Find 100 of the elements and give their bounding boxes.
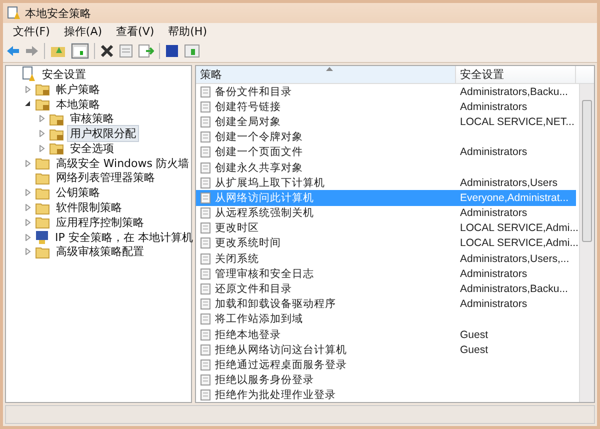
action-pane-icon[interactable] — [184, 44, 200, 58]
tree-item[interactable]: 安全设置 — [40, 66, 88, 82]
expand-arrow-icon[interactable] — [24, 160, 32, 167]
table-row[interactable]: 拒绝作为批处理作业登录 — [196, 388, 576, 402]
tree-item[interactable]: IP 安全策略，在 本地计算机 — [53, 230, 195, 245]
security-setting: LOCAL SERVICE,Admi... — [460, 237, 578, 250]
security-setting: Administrators — [460, 146, 528, 158]
table-row[interactable]: 拒绝本地登录 Guest — [196, 327, 576, 342]
collapse-arrow-icon[interactable] — [24, 100, 32, 108]
tree-item[interactable]: 软件限制策略 — [54, 200, 124, 216]
table-row[interactable]: 备份文件和目录 Administrators,Backu... — [196, 84, 576, 100]
security-setting: Administrators,Backu... — [460, 283, 568, 296]
menu-item[interactable]: 查看(V) — [116, 24, 154, 39]
policy-icon — [200, 328, 212, 341]
table-row[interactable]: 创建一个令牌对象 — [196, 130, 576, 145]
policy-name: 更改系统时间 — [215, 236, 281, 250]
policy-name: 将工作站添加到域 — [215, 312, 303, 326]
tree-item[interactable]: 用户权限分配 — [68, 126, 138, 142]
table-row[interactable]: 还原文件和目录 Administrators,Backu... — [196, 281, 576, 297]
table-row[interactable]: 将工作站添加到域 — [196, 312, 576, 327]
table-row[interactable]: 关闭系统 Administrators,Users,... — [196, 251, 576, 266]
expand-arrow-icon[interactable] — [38, 130, 46, 138]
table-row[interactable]: 从远程系统强制关机 Administrators — [196, 206, 576, 221]
properties-icon[interactable] — [119, 44, 133, 58]
folder-up-icon[interactable] — [50, 44, 66, 58]
expand-arrow-icon[interactable] — [24, 218, 32, 226]
policy-name: 创建符号链接 — [215, 100, 281, 114]
tree-item[interactable]: 应用程序控制策略 — [54, 214, 146, 230]
policy-icon — [200, 176, 212, 189]
vertical-scrollbar[interactable] — [579, 84, 594, 402]
menu-item[interactable]: 文件(F) — [13, 24, 50, 39]
tree-item[interactable]: 帐户策略 — [54, 82, 102, 97]
security-setting: Administrators — [460, 207, 528, 220]
scrollbar-thumb[interactable] — [582, 100, 592, 242]
tree-item[interactable]: 网络列表管理器策略 — [54, 170, 157, 186]
table-row[interactable]: 管理审核和安全日志 Administrators — [196, 266, 576, 282]
menu-item[interactable]: 操作(A) — [64, 24, 102, 39]
policy-name: 创建永久共享对象 — [215, 160, 303, 175]
tree-item[interactable]: 安全选项 — [68, 140, 116, 156]
security-setting: Administrators,Backu... — [460, 86, 568, 98]
tree-item[interactable]: 本地策略 — [54, 96, 102, 112]
sort-arrow-icon — [326, 67, 333, 71]
export-icon[interactable] — [138, 44, 154, 58]
column-header[interactable]: 策略 — [196, 66, 456, 83]
policy-icon — [200, 116, 212, 128]
policy-icon — [200, 298, 212, 310]
policy-name: 从网络访问此计算机 — [215, 190, 314, 205]
policy-icon — [200, 252, 212, 265]
policy-icon — [200, 146, 212, 158]
tree-item[interactable]: 公钥策略 — [54, 185, 102, 200]
policy-name: 关闭系统 — [215, 252, 259, 266]
back-icon[interactable] — [6, 45, 20, 57]
expand-arrow-icon[interactable] — [24, 204, 32, 212]
policy-name: 备份文件和目录 — [215, 84, 292, 99]
security-setting: LOCAL SERVICE,Admi... — [460, 222, 578, 234]
security-setting: Administrators — [460, 298, 528, 310]
table-row[interactable]: 更改系统时间 LOCAL SERVICE,Admi... — [196, 236, 576, 252]
policy-icon — [200, 283, 212, 296]
table-row[interactable]: 创建符号链接 Administrators — [196, 99, 576, 114]
tree-item[interactable]: 审核策略 — [68, 111, 116, 126]
forward-icon[interactable] — [25, 45, 39, 57]
column-header[interactable]: 安全设置 — [456, 66, 576, 83]
app-icon — [7, 6, 21, 20]
expand-arrow-icon[interactable] — [24, 86, 32, 93]
policy-icon — [200, 222, 212, 234]
table-row[interactable]: 加载和卸载设备驱动程序 Administrators — [196, 296, 576, 312]
table-row[interactable]: 更改时区 LOCAL SERVICE,Admi... — [196, 220, 576, 236]
table-row[interactable]: 拒绝以服务身份登录 — [196, 372, 576, 388]
delete-icon[interactable] — [100, 44, 114, 58]
policy-icon — [200, 86, 212, 98]
table-row[interactable]: 拒绝通过远程桌面服务登录 — [196, 357, 576, 373]
security-setting: Administrators — [460, 100, 528, 113]
policy-icon — [200, 192, 212, 204]
policy-icon — [200, 100, 212, 113]
tree-item[interactable]: 高级审核策略配置 — [54, 244, 146, 260]
expand-arrow-icon[interactable] — [38, 115, 46, 122]
table-row[interactable]: 拒绝从网络访问这台计算机 Guest — [196, 342, 576, 358]
policy-name: 创建一个令牌对象 — [215, 130, 303, 144]
policy-name: 从扩展坞上取下计算机 — [215, 176, 325, 190]
tree-item[interactable]: 高级安全 Windows 防火墙 — [54, 156, 191, 171]
menu-item[interactable]: 帮助(H) — [168, 24, 207, 39]
table-row[interactable]: 创建一个页面文件 Administrators — [196, 144, 576, 160]
policy-name: 创建全局对象 — [215, 114, 281, 129]
security-setting: Administrators,Users,... — [460, 252, 570, 265]
expand-arrow-icon[interactable] — [24, 189, 32, 196]
policy-name: 拒绝作为批处理作业登录 — [215, 388, 336, 402]
expand-arrow-icon[interactable] — [38, 144, 46, 152]
security-setting: Administrators,Users — [460, 176, 558, 189]
table-row[interactable]: 创建永久共享对象 — [196, 160, 576, 176]
table-row[interactable]: 创建全局对象 LOCAL SERVICE,NET... — [196, 114, 576, 130]
policy-name: 更改时区 — [215, 221, 259, 236]
table-row[interactable]: 从扩展坞上取下计算机 Administrators,Users — [196, 175, 576, 190]
policy-name: 拒绝本地登录 — [215, 328, 281, 342]
security-setting: Administrators — [460, 268, 528, 280]
policy-icon — [200, 358, 212, 371]
show-tree-icon[interactable] — [71, 43, 89, 59]
policy-icon — [200, 313, 212, 326]
expand-arrow-icon[interactable] — [24, 248, 32, 256]
expand-arrow-icon[interactable] — [24, 234, 31, 241]
policy-name: 拒绝通过远程桌面服务登录 — [215, 358, 347, 372]
